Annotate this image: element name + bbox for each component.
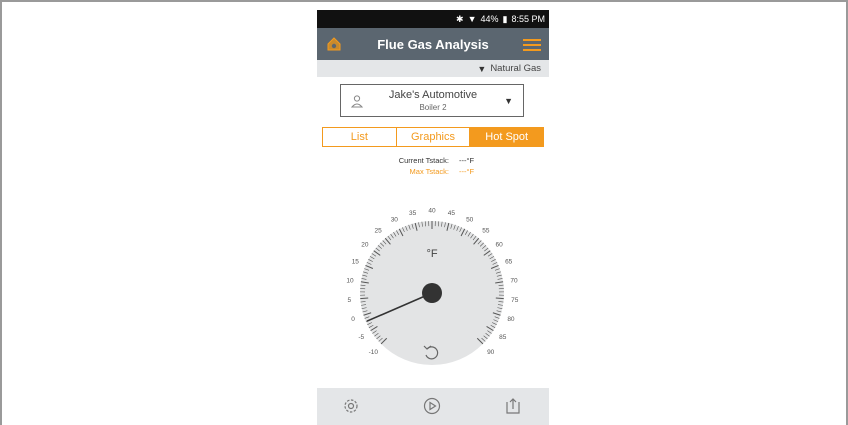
gauge-tick-label: 80 (507, 316, 515, 323)
gauge-tick-label: 70 (510, 278, 518, 285)
gauge-tick-label: -5 (358, 334, 364, 341)
gauge-tick-label: 0 (351, 316, 355, 323)
customer-dropdown[interactable]: Jake's Automotive Boiler 2 ▼ (340, 84, 524, 117)
current-tstack-value: ---°F (459, 156, 475, 165)
gauge-tick-label: 65 (505, 259, 513, 266)
max-tstack-row: Max Tstack: ---°F (357, 167, 517, 178)
menu-icon[interactable] (523, 36, 541, 52)
bottom-toolbar (317, 388, 549, 425)
gauge-tick-label: 50 (466, 217, 474, 224)
gauge-tick-label: 10 (346, 278, 354, 285)
dropdown-triangle-icon: ▼ (477, 63, 487, 74)
gauge-tick-label: 55 (482, 227, 490, 234)
export-icon[interactable] (503, 396, 523, 416)
bluetooth-icon: ✱ (456, 13, 464, 24)
battery-level: 44% (480, 14, 499, 24)
gauge-tick-label: 60 (496, 242, 504, 249)
gauge-tick-label: 45 (448, 210, 456, 217)
window-frame-top (0, 0, 848, 2)
gauge-tick (360, 297, 369, 300)
fuel-selector[interactable]: ▼ Natural Gas (317, 60, 549, 77)
gauge-tick-label: 35 (409, 210, 417, 217)
fuel-label: Natural Gas (490, 63, 541, 74)
battery-icon: ▮ (502, 13, 508, 24)
gauge-tick-label: 75 (511, 297, 519, 304)
app-bar: Flue Gas Analysis (317, 28, 549, 60)
tstack-readings: Current Tstack: ---°F Max Tstack: ---°F (357, 156, 517, 178)
page-title: Flue Gas Analysis (377, 37, 489, 52)
view-tabs: List Graphics Hot Spot (322, 127, 544, 147)
customer-name: Jake's Automotive (388, 89, 478, 101)
phone-screen: ✱ ▼ 44% ▮ 8:55 PM Flue Gas Analysis ▼ Na… (317, 10, 549, 425)
gauge-tick-label: 90 (487, 349, 495, 356)
gauge-tick-label: 40 (428, 208, 436, 215)
customer-location: Boiler 2 (419, 103, 447, 112)
max-tstack-value: ---°F (459, 167, 475, 176)
tab-hot-spot[interactable]: Hot Spot (470, 128, 544, 146)
gauge-unit: °F (426, 248, 437, 260)
gauge-tick-label: 20 (361, 242, 369, 249)
tab-graphics[interactable]: Graphics (396, 128, 471, 146)
chevron-down-icon: ▼ (504, 96, 513, 106)
current-tstack-label: Current Tstack: (398, 156, 449, 165)
gauge-tick-label: -10 (369, 349, 379, 356)
gauge-tick-label: 25 (374, 227, 382, 234)
gauge-tick-label: 85 (499, 334, 507, 341)
gauge-tick-label: 5 (347, 297, 351, 304)
wifi-icon: ▼ (467, 14, 477, 24)
tab-list[interactable]: List (323, 128, 397, 146)
gear-icon[interactable] (341, 396, 361, 416)
gauge-hub (422, 283, 442, 303)
gauge-tick (495, 297, 504, 300)
max-tstack-label: Max Tstack: (409, 167, 449, 176)
status-bar: ✱ ▼ 44% ▮ 8:55 PM (317, 10, 549, 28)
play-icon[interactable] (422, 396, 442, 416)
gauge-tick-label: 30 (391, 217, 399, 224)
gauge-tick-label: 15 (352, 259, 360, 266)
temperature-gauge: -10 -5 0 5 10 15 20 25 30 35 40 45 50 55 60 65 70 75 80 85 9… (346, 208, 519, 365)
window-frame-left (0, 0, 2, 425)
clock: 8:55 PM (511, 14, 545, 24)
current-tstack-row: Current Tstack: ---°F (357, 156, 517, 167)
